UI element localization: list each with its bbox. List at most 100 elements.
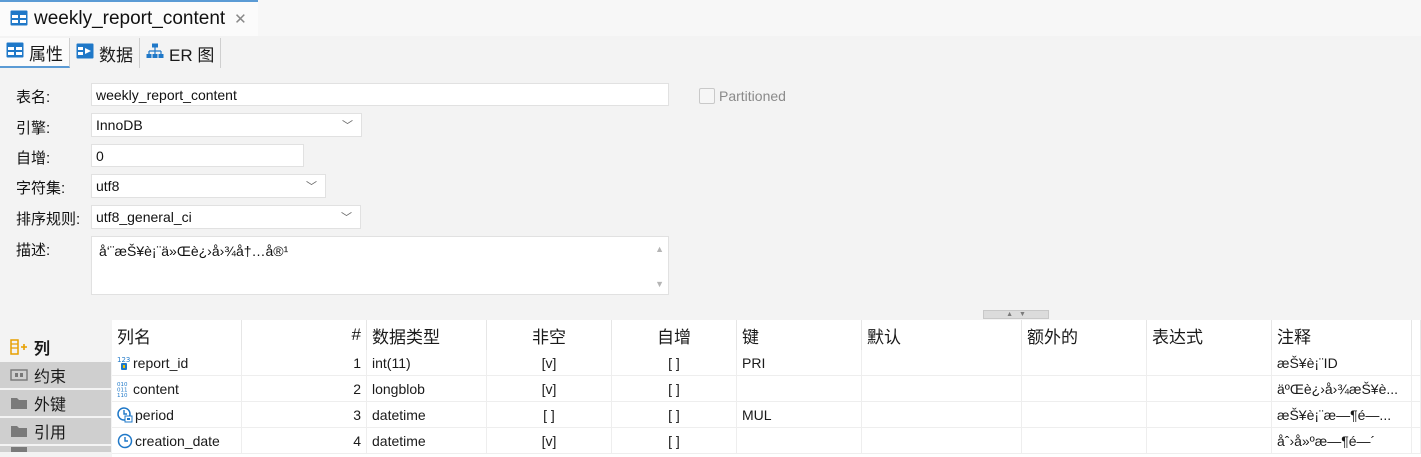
side-tab-constraints[interactable]: 约束 — [0, 362, 111, 388]
row-filler — [1412, 350, 1421, 375]
side-tab-constraints-label: 约束 — [34, 369, 67, 386]
side-tab-columns[interactable]: 列 — [0, 334, 111, 360]
extra-cell[interactable] — [1022, 376, 1147, 401]
column-name-cell[interactable]: 123 report_id — [112, 350, 242, 375]
datetime-index-icon — [117, 406, 133, 423]
auto-increment-cell[interactable]: [ ] — [612, 350, 737, 375]
extra-cell[interactable] — [1022, 428, 1147, 453]
data-type-cell[interactable]: datetime — [367, 428, 487, 453]
svg-text:123: 123 — [117, 356, 130, 364]
comment-cell[interactable]: åˆ›å»ºæ—¶é—´ — [1272, 428, 1412, 453]
default-cell[interactable] — [862, 402, 1022, 427]
editor-tab-title: weekly_report_content — [34, 8, 226, 29]
editor-tab[interactable]: weekly_report_content ✕ — [0, 0, 258, 36]
svg-text:110: 110 — [117, 393, 128, 397]
partitioned-label: Partitioned — [719, 88, 786, 104]
auto-increment-label: 自增: — [16, 150, 51, 167]
header-filler — [1412, 320, 1421, 350]
not-null-cell[interactable]: [v] — [487, 350, 612, 375]
header-expression[interactable]: 表达式 — [1147, 320, 1272, 350]
column-name-text: creation_date — [135, 432, 220, 449]
header-key[interactable]: 键 — [737, 320, 862, 350]
clock-icon — [117, 433, 133, 449]
table-row[interactable]: period 3 datetime [ ] [ ] MUL æŠ¥è¡¨æ—¶é… — [112, 402, 1421, 428]
side-tab-foreign-keys[interactable]: 外键 — [0, 390, 111, 416]
not-null-cell[interactable]: [ ] — [487, 402, 612, 427]
close-icon[interactable]: ✕ — [234, 10, 247, 28]
side-tab-partial[interactable] — [0, 446, 111, 452]
extra-cell[interactable] — [1022, 402, 1147, 427]
tab-properties[interactable]: 属性 — [0, 38, 70, 68]
expand-down-icon[interactable]: ▼ — [1019, 311, 1026, 318]
subtab-bar: 属性 数据 ER 图 — [0, 38, 222, 68]
auto-increment-cell[interactable]: [ ] — [612, 428, 737, 453]
key-cell — [737, 428, 862, 453]
editor-tab-bar: weekly_report_content ✕ — [0, 0, 1421, 36]
chevron-down-icon: ﹀ — [306, 181, 317, 193]
auto-increment-cell[interactable]: [ ] — [612, 376, 737, 401]
charset-select[interactable]: utf8 ﹀ — [91, 174, 326, 198]
er-diagram-icon — [146, 43, 164, 64]
ordinal-cell: 2 — [242, 376, 367, 401]
engine-select[interactable]: InnoDB ﹀ — [91, 113, 362, 137]
description-label: 描述: — [16, 242, 51, 259]
expression-cell[interactable] — [1147, 402, 1272, 427]
ordinal-cell: 4 — [242, 428, 367, 453]
header-default[interactable]: 默认 — [862, 320, 1022, 350]
header-data-type[interactable]: 数据类型 — [367, 320, 487, 350]
comment-cell[interactable]: äºŒè¿›å›¾æŠ¥è... — [1272, 376, 1412, 401]
tab-properties-label: 属性 — [29, 44, 63, 64]
default-cell[interactable] — [862, 376, 1022, 401]
auto-increment-cell[interactable]: [ ] — [612, 402, 737, 427]
folder-icon — [10, 446, 28, 452]
header-not-null[interactable]: 非空 — [487, 320, 612, 350]
not-null-cell[interactable]: [v] — [487, 376, 612, 401]
default-cell[interactable] — [862, 350, 1022, 375]
header-auto-increment[interactable]: 自增 — [612, 320, 737, 350]
not-null-cell[interactable]: [v] — [487, 428, 612, 453]
table-name-label: 表名: — [16, 89, 51, 106]
ordinal-cell: 1 — [242, 350, 367, 375]
comment-cell[interactable]: æŠ¥è¡¨ID — [1272, 350, 1412, 375]
extra-cell[interactable] — [1022, 350, 1147, 375]
scroll-down-icon[interactable]: ▼ — [655, 279, 664, 289]
tab-data-label: 数据 — [99, 45, 133, 65]
column-name-cell[interactable]: 010 011 110 content — [112, 376, 242, 401]
data-grid-icon — [76, 43, 94, 64]
panel-splitter[interactable]: ▲ ▼ — [983, 310, 1049, 319]
tab-data[interactable]: 数据 — [70, 38, 140, 68]
partitioned-checkbox[interactable] — [699, 88, 715, 104]
table-row[interactable]: creation_date 4 datetime [v] [ ] åˆ›å»ºæ… — [112, 428, 1421, 454]
table-name-value: weekly_report_content — [96, 86, 237, 103]
add-column-icon — [10, 339, 28, 355]
collation-select[interactable]: utf8_general_ci ﹀ — [91, 205, 361, 229]
data-type-cell[interactable]: longblob — [367, 376, 487, 401]
key-cell — [737, 376, 862, 401]
charset-value: utf8 — [96, 178, 120, 194]
expression-cell[interactable] — [1147, 428, 1272, 453]
scroll-up-icon[interactable]: ▲ — [655, 244, 664, 254]
tab-er-diagram[interactable]: ER 图 — [140, 38, 222, 68]
data-type-cell[interactable]: datetime — [367, 402, 487, 427]
auto-increment-input[interactable]: 0 — [91, 144, 304, 167]
collapse-up-icon[interactable]: ▲ — [1006, 311, 1013, 318]
expression-cell[interactable] — [1147, 350, 1272, 375]
table-name-input[interactable]: weekly_report_content — [91, 83, 669, 106]
side-tab-references[interactable]: 引用 — [0, 418, 111, 444]
column-name-cell[interactable]: period — [112, 402, 242, 427]
description-textarea[interactable]: å‘¨æŠ¥è¡¨ä»Œè¿›å›¾å†…å®¹ ▲ ▼ — [91, 236, 669, 295]
header-comment[interactable]: 注释 — [1272, 320, 1412, 350]
header-column-name[interactable]: 列名 — [112, 320, 242, 350]
table-row[interactable]: 123 report_id 1 int(11) [v] [ ] PRI æŠ¥è… — [112, 350, 1421, 376]
data-type-cell[interactable]: int(11) — [367, 350, 487, 375]
column-name-text: period — [135, 406, 174, 423]
default-cell[interactable] — [862, 428, 1022, 453]
engine-label: 引擎: — [16, 120, 51, 137]
column-name-cell[interactable]: creation_date — [112, 428, 242, 453]
table-row[interactable]: 010 011 110 content 2 longblob [v] [ ] äºŒ… — [112, 376, 1421, 402]
comment-cell[interactable]: æŠ¥è¡¨æ—¶é—... — [1272, 402, 1412, 427]
side-tab-columns-label: 列 — [34, 341, 51, 358]
header-ordinal[interactable]: # — [242, 320, 367, 350]
expression-cell[interactable] — [1147, 376, 1272, 401]
header-extra[interactable]: 额外的 — [1022, 320, 1147, 350]
